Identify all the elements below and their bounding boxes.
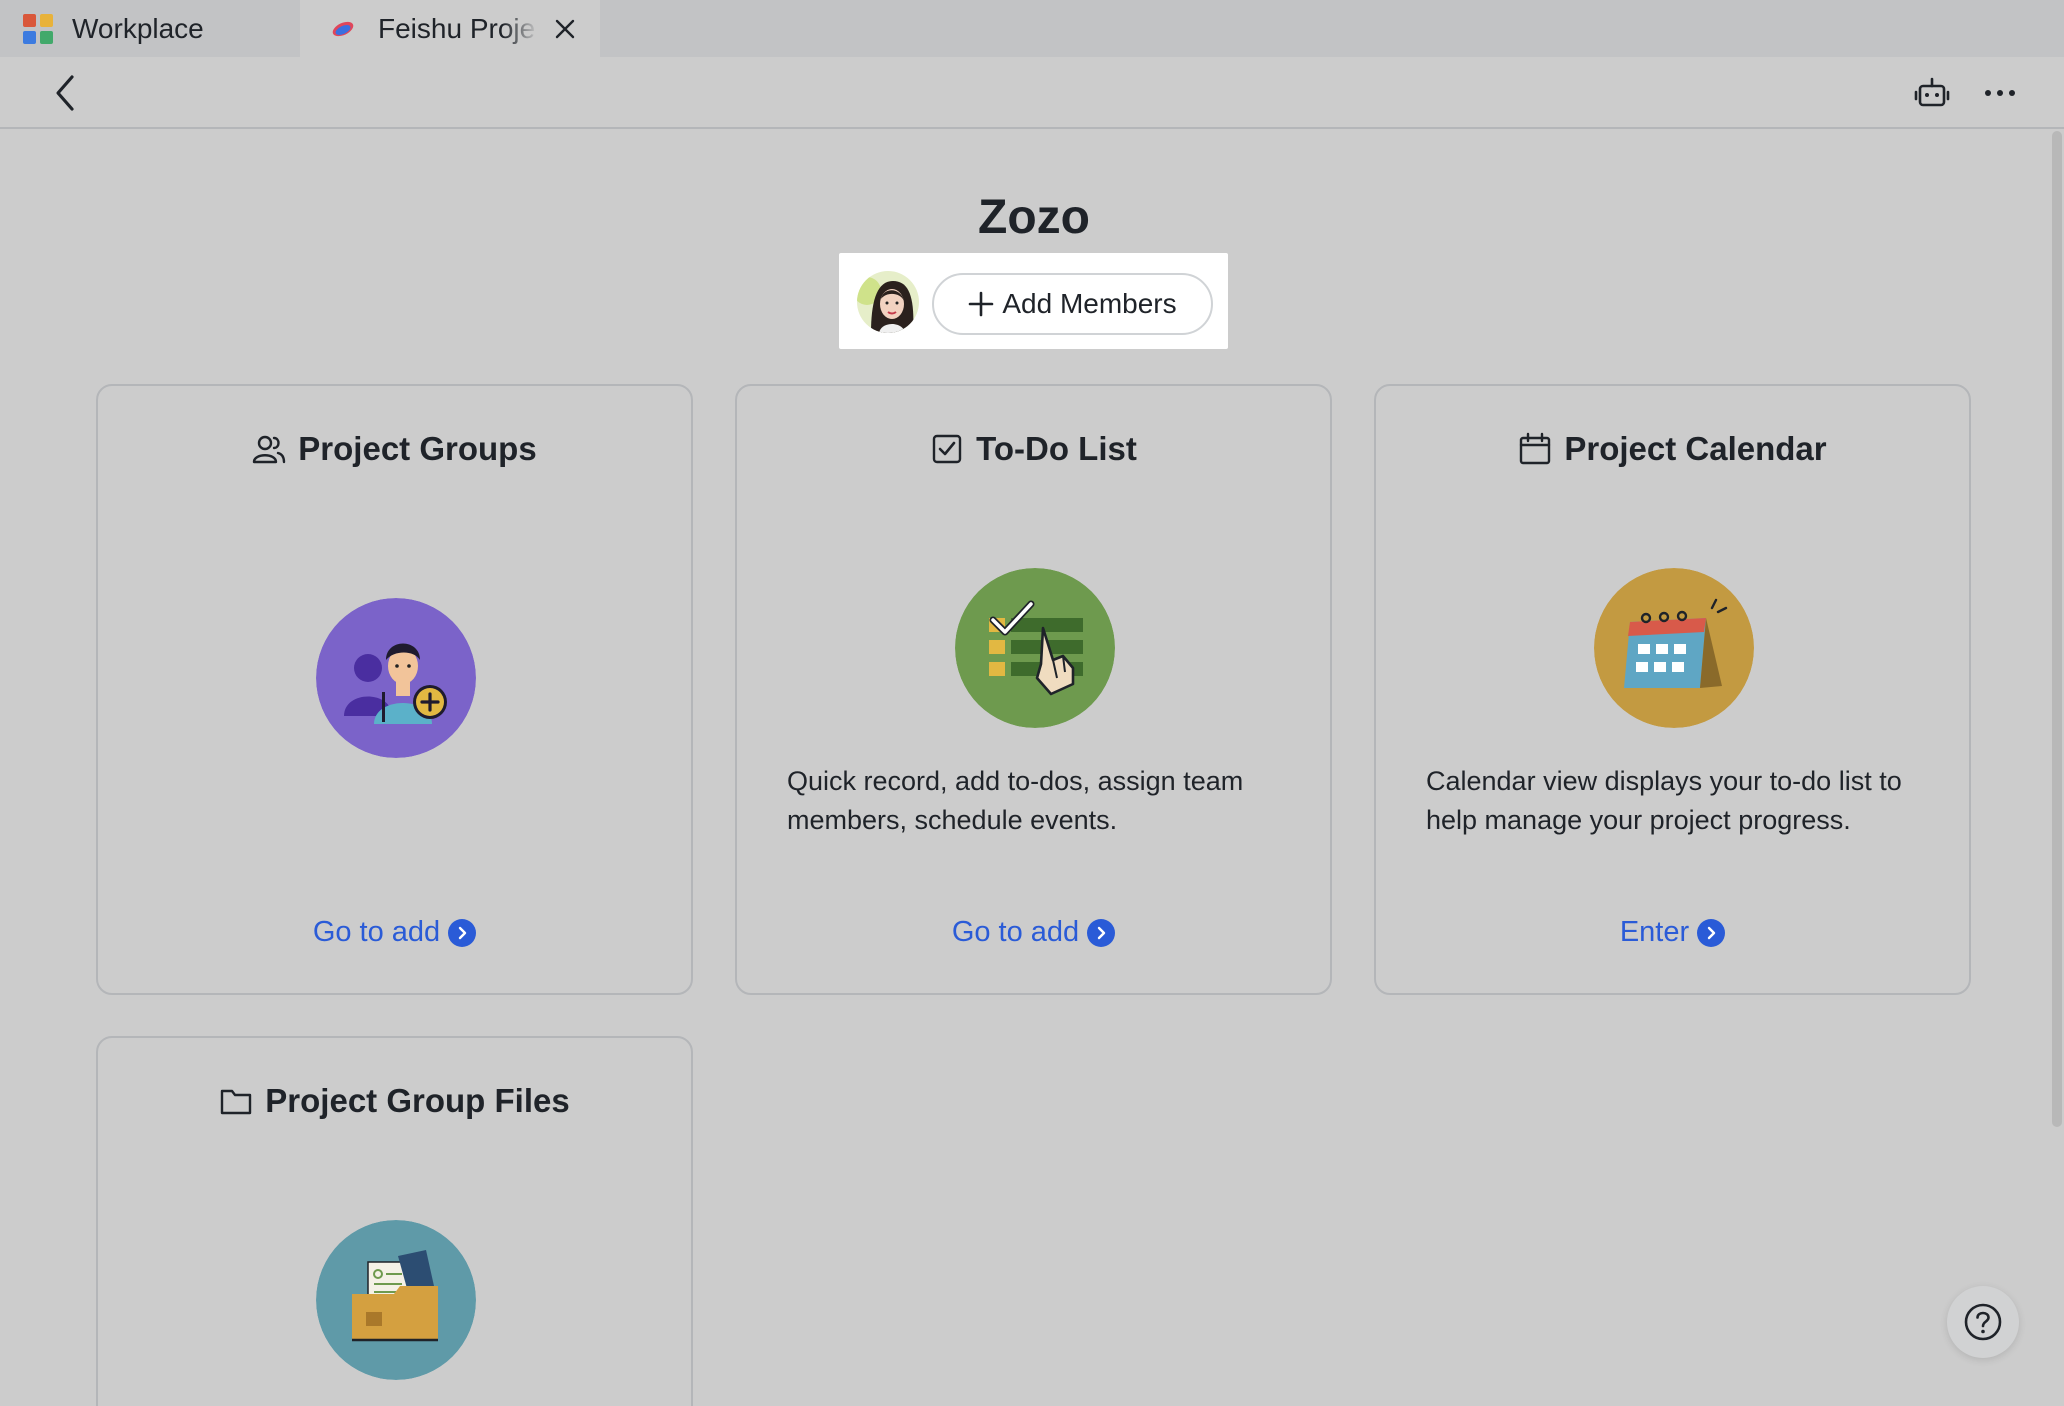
help-button[interactable] (1947, 1286, 2019, 1358)
enter-link[interactable]: Enter (1376, 916, 1969, 949)
robot-icon[interactable] (1914, 75, 1950, 111)
help-question-icon (1964, 1303, 2002, 1341)
card-link-label: Go to add (312, 916, 441, 948)
plus-icon (969, 291, 994, 317)
tab-feishu-project[interactable]: Feishu Proje (300, 0, 600, 57)
card-header: Project Group Files (98, 1082, 691, 1120)
feishu-logo-icon (332, 21, 354, 36)
card-title: To-Do List (976, 430, 1137, 467)
toolbar (0, 57, 2064, 129)
chevron-right-icon (1697, 918, 1726, 947)
card-todo-list: To-Do List Quick record, add to-dos, ass… (735, 384, 1332, 995)
grid-apps-icon (23, 13, 53, 44)
chevron-right-icon (448, 918, 477, 947)
card-header: Project Groups (98, 430, 691, 468)
scrollbar[interactable] (2052, 131, 2062, 1127)
tab-workplace-label: Workplace (72, 12, 204, 44)
card-link-label: Go to add (951, 916, 1080, 948)
card-project-groups: Project Groups Go to add (96, 384, 693, 995)
card-description: Quick record, add to-dos, assign team me… (787, 766, 1244, 835)
go-to-add-link[interactable]: Go to add (737, 916, 1330, 949)
close-icon[interactable] (552, 16, 578, 42)
card-link-label: Enter (1619, 916, 1690, 948)
calendar-illustration (1594, 568, 1754, 728)
avatar[interactable] (857, 271, 919, 333)
checkbox-icon (932, 434, 962, 464)
add-members-label: Add Members (1002, 288, 1177, 319)
folder-icon (221, 1089, 252, 1115)
group-people-icon (253, 435, 286, 464)
tab-feishu-label: Feishu Proje (378, 12, 536, 44)
card-header: To-Do List (737, 430, 1330, 468)
todo-checklist-illustration (955, 568, 1115, 728)
card-header: Project Calendar (1376, 430, 1969, 468)
card-title: Project Group Files (265, 1082, 570, 1119)
add-members-button[interactable]: Add Members (932, 273, 1213, 335)
chevron-right-icon (1087, 918, 1116, 947)
page-title: Zozo (978, 191, 1090, 244)
tab-strip: Workplace Feishu Proje (0, 0, 2064, 57)
calendar-icon (1520, 432, 1551, 465)
members-panel: Add Members (839, 253, 1228, 349)
card-title: Project Calendar (1564, 430, 1827, 467)
go-to-add-link[interactable]: Go to add (98, 916, 691, 949)
add-person-illustration (316, 598, 476, 758)
card-project-calendar: Project Calendar Calendar view displays … (1374, 384, 1971, 995)
tab-workplace[interactable]: Workplace (0, 0, 300, 57)
card-project-group-files: Project Group Files (96, 1036, 693, 1406)
more-dots-icon[interactable] (1982, 75, 2018, 111)
card-description: Calendar view displays your to-do list t… (1426, 766, 1902, 835)
folder-files-illustration (316, 1220, 476, 1380)
chevron-left-icon[interactable] (48, 73, 84, 113)
card-title: Project Groups (298, 430, 537, 467)
